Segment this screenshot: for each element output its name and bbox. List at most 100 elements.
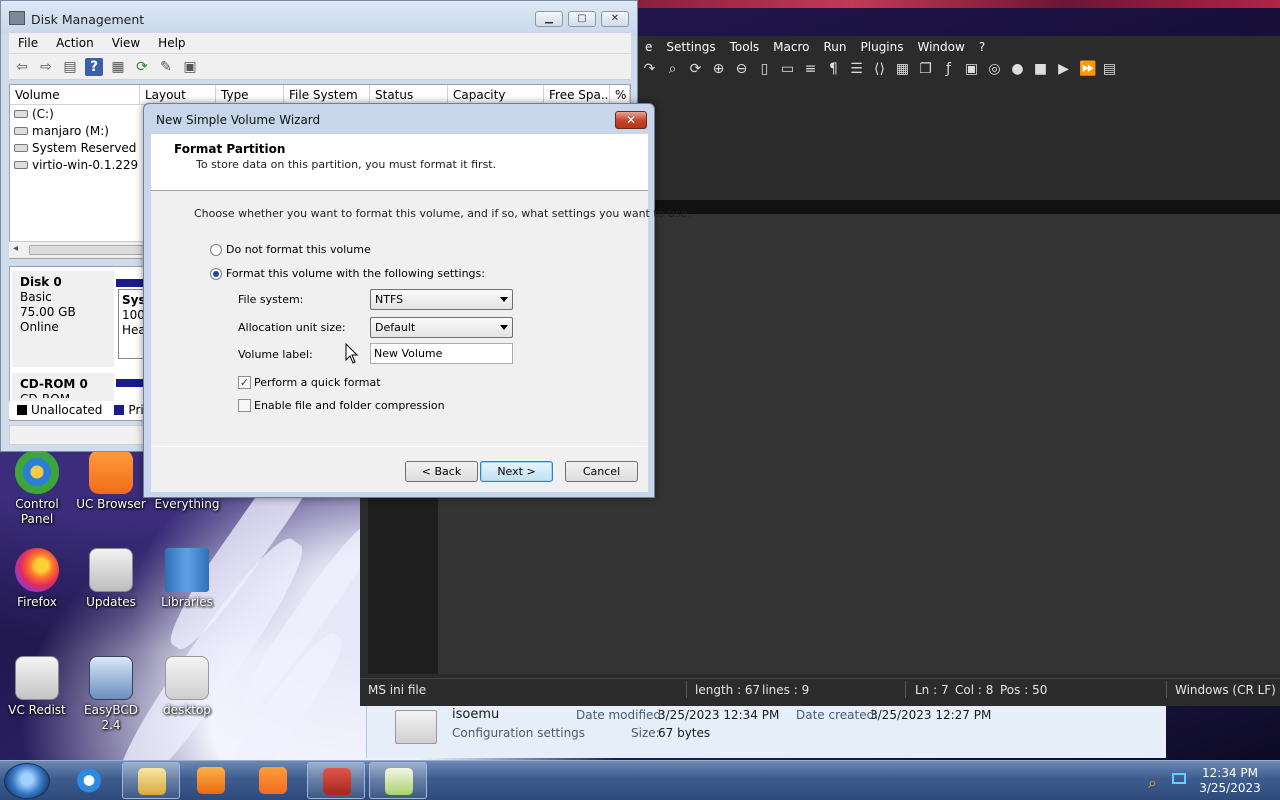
do-not-format-radio[interactable] (210, 244, 222, 256)
column-header-file-system[interactable]: File System (284, 85, 370, 105)
record-macro-icon[interactable]: ● (1010, 61, 1025, 77)
horizontal-scrollbar[interactable]: ◂ (9, 241, 149, 258)
menu-item-macro[interactable]: Macro (766, 40, 816, 54)
compression-checkbox[interactable] (238, 399, 251, 412)
menu-item-settings[interactable]: Settings (659, 40, 722, 54)
taskbar-internet-explorer[interactable] (60, 762, 118, 799)
taskbar-media-player[interactable] (182, 762, 240, 799)
list-item[interactable]: System Reserved (14, 139, 136, 156)
document-list-icon[interactable]: ❐ (918, 61, 933, 77)
function-list-icon[interactable]: ƒ (941, 61, 956, 77)
close-button[interactable]: ✕ (601, 11, 629, 27)
allocation-unit-size-select[interactable]: Default (370, 317, 513, 338)
quick-format-checkbox[interactable]: ✓ (238, 376, 251, 389)
replace-icon[interactable]: ⟳ (688, 61, 703, 77)
column-header-type[interactable]: Type (216, 85, 284, 105)
zoom-in-icon[interactable]: ⊕ (711, 61, 726, 77)
column-header-free-space[interactable]: Free Spa... (544, 85, 610, 105)
column-header-status[interactable]: Status (370, 85, 448, 105)
folder-workspace-icon[interactable]: ▣ (964, 61, 979, 77)
menu-item-window[interactable]: Window (911, 40, 972, 54)
desktop-icon-label: VC Redist (8, 703, 66, 717)
desktop-icon-uc-browser[interactable]: UC Browser (74, 450, 148, 512)
start-button[interactable] (4, 763, 50, 799)
menu-item-view[interactable]: View (103, 36, 149, 50)
menu-item-help[interactable]: ? (972, 40, 992, 54)
sync-vertical-icon[interactable]: ▯ (757, 61, 772, 77)
show-hide-tree-icon[interactable]: ▤ (61, 58, 79, 76)
menu-item-action[interactable]: Action (47, 36, 103, 50)
scroll-thumb[interactable] (29, 245, 147, 255)
volume-label-input[interactable]: New Volume (370, 343, 513, 364)
indent-guide-icon[interactable]: ☰ (849, 61, 864, 77)
do-not-format-label[interactable]: Do not format this volume (226, 243, 371, 256)
disk-management-titlebar[interactable]: Disk Management ▁ ▢ ✕ (1, 1, 637, 35)
play-macro-icon[interactable]: ▶ (1056, 61, 1071, 77)
back-button[interactable]: < Back (405, 461, 478, 482)
search-icon[interactable]: ⌕ (1148, 773, 1157, 793)
find-icon[interactable]: ⌕ (665, 61, 680, 77)
menu-item-help[interactable]: Help (149, 36, 194, 50)
taskbar-disk-management[interactable] (307, 762, 365, 799)
disk-0-header[interactable]: Disk 0 Basic 75.00 GB Online (12, 271, 114, 367)
maximize-button[interactable]: ▢ (568, 11, 596, 27)
stop-macro-icon[interactable]: ■ (1033, 61, 1048, 77)
column-header-layout[interactable]: Layout (140, 85, 216, 105)
date-modified-label: Date modified: (576, 708, 666, 722)
redo-icon[interactable]: ↷ (642, 61, 657, 77)
desktop-icon-desktop[interactable]: desktop (150, 656, 224, 718)
compression-label[interactable]: Enable file and folder compression (254, 399, 445, 412)
list-item[interactable]: virtio-win-0.1.229 ... (14, 156, 153, 173)
file-system-select[interactable]: NTFS (370, 289, 513, 310)
save-macro-icon[interactable]: ▤ (1102, 61, 1117, 77)
minimize-button[interactable]: ▁ (535, 11, 563, 27)
desktop-icon-libraries[interactable]: Libraries (150, 548, 224, 610)
details-filename: isoemu (452, 707, 500, 722)
desktop-icon-updates[interactable]: Updates (74, 548, 148, 610)
column-header-volume[interactable]: Volume (10, 85, 140, 105)
column-header-percent-free[interactable]: % F (610, 85, 630, 105)
document-map-icon[interactable]: ▦ (895, 61, 910, 77)
desktop-icon-firefox[interactable]: Firefox (0, 548, 74, 610)
show-all-chars-icon[interactable]: ¶ (826, 61, 841, 77)
format-volume-label[interactable]: Format this volume with the following se… (226, 267, 485, 280)
format-volume-radio[interactable] (210, 268, 222, 280)
desktop-icon-control-panel[interactable]: Control Panel (0, 450, 74, 527)
help-icon[interactable]: ? (85, 57, 103, 76)
cdrom-0-header[interactable]: CD-ROM 0 CD-ROM (12, 373, 114, 401)
drive-icon (14, 143, 28, 152)
back-arrow-icon[interactable]: ⇦ (13, 58, 31, 76)
disk-0-partition[interactable]: Syst 100 Hea (118, 289, 146, 359)
list-item[interactable]: manjaro (M:) (14, 122, 109, 139)
column-header-capacity[interactable]: Capacity (448, 85, 544, 105)
refresh-icon[interactable]: ⟳ (133, 58, 151, 76)
menu-item-plugins[interactable]: Plugins (854, 40, 911, 54)
network-icon[interactable] (1172, 773, 1186, 784)
sync-horizontal-icon[interactable]: ▭ (780, 61, 795, 77)
menu-item-run[interactable]: Run (817, 40, 854, 54)
settings-icon[interactable]: ▣ (181, 58, 199, 76)
taskbar-notepadpp[interactable] (369, 762, 427, 799)
cancel-button[interactable]: Cancel (565, 461, 638, 482)
taskbar-file-explorer[interactable] (122, 762, 180, 799)
quick-format-label[interactable]: Perform a quick format (254, 376, 381, 389)
taskbar-uc-browser[interactable] (244, 762, 302, 799)
menu-item-tools[interactable]: Tools (723, 40, 767, 54)
list-item[interactable]: (C:) (14, 105, 54, 122)
monitoring-icon[interactable]: ◎ (987, 61, 1002, 77)
word-wrap-icon[interactable]: ≡ (803, 61, 818, 77)
desktop-icon-easybcd[interactable]: EasyBCD 2.4 (74, 656, 148, 733)
scroll-left-icon[interactable]: ◂ (13, 243, 18, 254)
forward-arrow-icon[interactable]: ⇨ (37, 58, 55, 76)
zoom-out-icon[interactable]: ⊖ (734, 61, 749, 77)
run-macro-multiple-icon[interactable]: ⏩ (1079, 61, 1096, 77)
clock[interactable]: 12:34 PM 3/25/2023 (1190, 766, 1270, 796)
wizard-close-button[interactable]: ✕ (615, 111, 647, 129)
rescan-icon[interactable]: ✎ (157, 58, 175, 76)
menu-item-edit[interactable]: e (638, 40, 659, 54)
properties-icon[interactable]: ▦ (109, 58, 127, 76)
menu-item-file[interactable]: File (9, 36, 47, 50)
next-button[interactable]: Next > (480, 461, 553, 482)
desktop-icon-vc-redist[interactable]: VC Redist (0, 656, 74, 718)
xml-icon[interactable]: ⟨⟩ (872, 61, 887, 77)
